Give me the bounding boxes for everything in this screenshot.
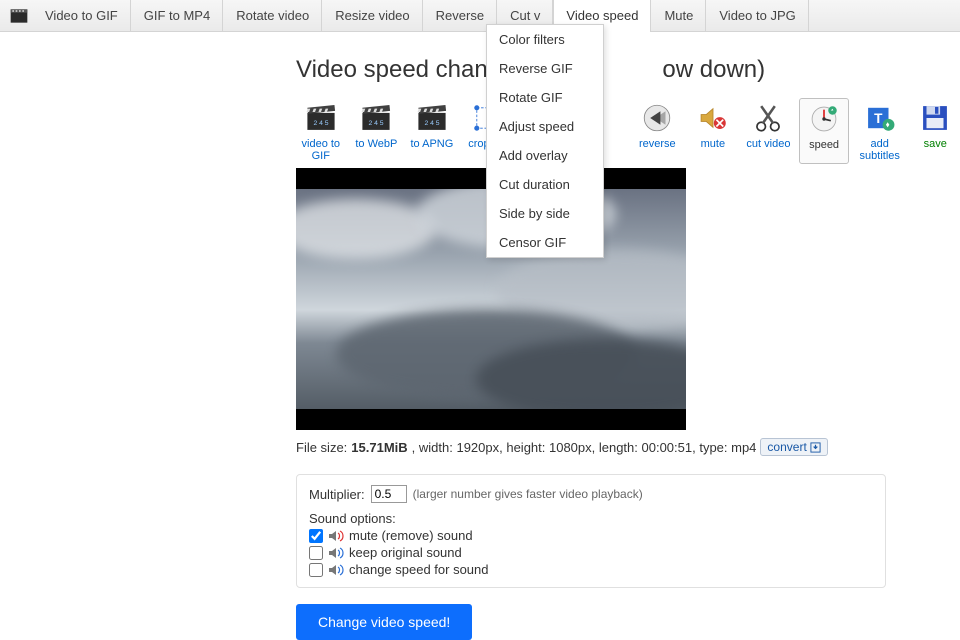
menu-color-filters[interactable]: Color filters [487,25,603,54]
svg-text:2 4 5: 2 4 5 [369,120,384,127]
speaker-icon [327,547,345,559]
svg-text:2 4 5: 2 4 5 [313,120,328,127]
tool-label: add subtitles [855,138,905,162]
save-icon [914,100,956,136]
sound-checkbox-1[interactable] [309,546,323,560]
file-info-prefix: File size: [296,440,347,455]
mute-icon [692,100,734,136]
tool-label: speed [809,139,839,161]
subs-icon: T [859,100,901,136]
tool-mute[interactable]: mute [688,98,738,164]
convert-button[interactable]: convert [760,438,827,456]
download-icon [810,442,821,453]
sound-label: mute (remove) sound [349,528,473,543]
sound-option-2: change speed for sound [309,562,873,577]
main-content: Color filtersReverse GIFRotate GIFAdjust… [0,32,960,640]
clap-icon: 2 4 5 [300,100,342,136]
svg-text:2 4 5: 2 4 5 [424,120,439,127]
nav-mute[interactable]: Mute [651,0,706,31]
tool-label: video to GIF [296,138,346,162]
menu-censor-gif[interactable]: Censor GIF [487,228,603,257]
speaker-icon [327,530,345,542]
app-logo-icon [6,0,32,31]
menu-adjust-speed[interactable]: Adjust speed [487,112,603,141]
sound-label: change speed for sound [349,562,489,577]
speed-icon [803,101,845,137]
nav-resize-video[interactable]: Resize video [322,0,422,31]
menu-cut-duration[interactable]: Cut duration [487,170,603,199]
tool-label: reverse [639,138,676,160]
file-info-rest: , width: 1920px, height: 1080px, length:… [412,440,757,455]
tool-cut-video[interactable]: cut video [744,98,794,164]
tool-add-subtitles[interactable]: Tadd subtitles [855,98,905,164]
tool-to-webp[interactable]: 2 4 5 to WebP [352,98,402,164]
multiplier-hint: (larger number gives faster video playba… [413,487,643,501]
tool-save[interactable]: save [911,98,960,164]
multiplier-label: Multiplier: [309,487,365,502]
clap-icon: 2 4 5 [411,100,453,136]
nav-gif-to-mp4[interactable]: GIF to MP4 [131,0,223,31]
cut-icon [747,100,789,136]
sound-label: keep original sound [349,545,462,560]
sound-option-1: keep original sound [309,545,873,560]
sound-checkbox-0[interactable] [309,529,323,543]
top-nav: Video to GIFGIF to MP4Rotate videoResize… [0,0,960,32]
tool-toolbar: 2 4 5 video to GIF 2 4 5 to WebP 2 4 5 to APN… [296,98,960,164]
change-speed-button[interactable]: Change video speed! [296,604,472,640]
sound-option-0: mute (remove) sound [309,528,873,543]
nav-video-to-gif[interactable]: Video to GIF [32,0,131,31]
menu-reverse-gif[interactable]: Reverse GIF [487,54,603,83]
menu-rotate-gif[interactable]: Rotate GIF [487,83,603,112]
speaker-icon [327,564,345,576]
tool-label: mute [701,138,725,160]
dropdown-menu: Color filtersReverse GIFRotate GIFAdjust… [486,24,604,258]
file-info: File size: 15.71MiB , width: 1920px, hei… [296,438,960,456]
multiplier-input[interactable] [371,485,407,503]
tool-to-apng[interactable]: 2 4 5 to APNG [407,98,457,164]
sound-checkbox-2[interactable] [309,563,323,577]
tool-label: save [924,138,947,160]
menu-side-by-side[interactable]: Side by side [487,199,603,228]
tool-video-to-gif[interactable]: 2 4 5 video to GIF [296,98,346,164]
page-title: Video speed changer ow down) [296,56,960,84]
tool-label: cut video [746,138,790,160]
tool-label: to WebP [355,138,397,160]
svg-text:T: T [874,111,883,126]
reverse-icon [636,100,678,136]
clap-icon: 2 4 5 [355,100,397,136]
tool-speed[interactable]: speed [799,98,849,164]
tool-label: to APNG [411,138,454,160]
menu-add-overlay[interactable]: Add overlay [487,141,603,170]
file-size: 15.71MiB [351,440,407,455]
convert-label: convert [767,440,806,454]
nav-video-to-jpg[interactable]: Video to JPG [706,0,808,31]
options-panel: Multiplier: (larger number gives faster … [296,474,886,588]
sound-options-header: Sound options: [309,511,873,526]
nav-rotate-video[interactable]: Rotate video [223,0,322,31]
tool-reverse[interactable]: reverse [633,98,683,164]
